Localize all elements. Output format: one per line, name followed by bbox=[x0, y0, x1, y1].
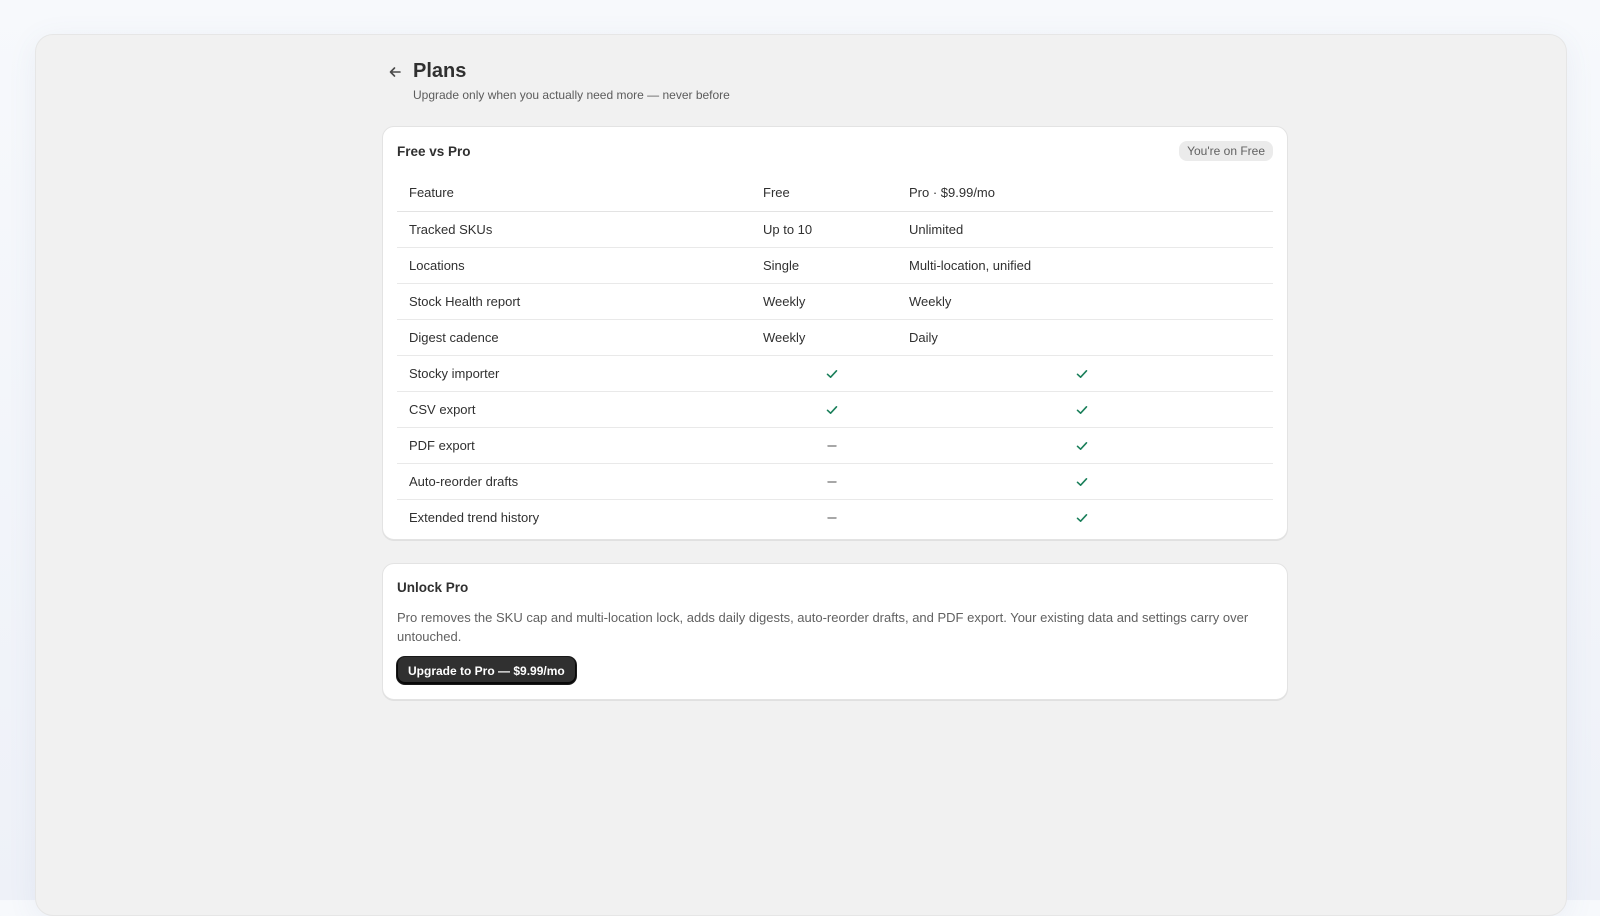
comparison-title: Free vs Pro bbox=[397, 143, 471, 159]
free-not-included-cell bbox=[763, 475, 909, 489]
checkmark-icon bbox=[1075, 367, 1089, 381]
feature-cell: Tracked SKUs bbox=[409, 222, 493, 237]
upgrade-to-pro-button[interactable]: Upgrade to Pro — $9.99/mo bbox=[397, 657, 576, 684]
feature-cell: Extended trend history bbox=[409, 510, 540, 525]
table-row: Locations Single Multi-location, unified bbox=[397, 247, 1273, 283]
back-button[interactable] bbox=[382, 61, 408, 87]
unlock-title: Unlock Pro bbox=[397, 580, 469, 595]
current-plan-badge: You're on Free bbox=[1179, 141, 1273, 161]
free-value-cell: Weekly bbox=[763, 330, 806, 345]
feature-cell: Digest cadence bbox=[409, 330, 499, 345]
comparison-card-header: Free vs Pro You're on Free bbox=[397, 141, 1273, 161]
checkmark-icon bbox=[825, 403, 839, 417]
pro-value-cell: Multi-location, unified bbox=[909, 258, 1032, 273]
checkmark-icon bbox=[1075, 439, 1089, 453]
column-header-feature: Feature bbox=[409, 184, 454, 200]
pro-included-cell bbox=[909, 475, 1273, 489]
feature-cell: Locations bbox=[409, 258, 465, 273]
free-included-cell bbox=[763, 367, 909, 381]
free-value-cell: Single bbox=[763, 258, 800, 273]
feature-cell: Stock Health report bbox=[409, 294, 521, 309]
free-value-cell: Weekly bbox=[763, 294, 806, 309]
page-subtitle: Upgrade only when you actually need more… bbox=[413, 88, 730, 102]
column-header-pro: Pro · $9.99/mo bbox=[909, 184, 995, 200]
column-header-free: Free bbox=[763, 184, 790, 200]
comparison-card: Free vs Pro You're on Free Feature Free … bbox=[382, 126, 1288, 540]
unlock-pro-card: Unlock Pro Pro removes the SKU cap and m… bbox=[382, 563, 1288, 700]
dash-icon bbox=[825, 475, 839, 489]
pro-included-cell bbox=[909, 403, 1273, 417]
table-row: Extended trend history bbox=[397, 499, 1273, 535]
comparison-table: Feature Free Pro · $9.99/mo Tracked SKUs… bbox=[397, 173, 1273, 535]
feature-cell: PDF export bbox=[409, 438, 475, 453]
checkmark-icon bbox=[1075, 403, 1089, 417]
free-included-cell bbox=[763, 403, 909, 417]
feature-cell: Auto-reorder drafts bbox=[409, 474, 519, 489]
checkmark-icon bbox=[825, 367, 839, 381]
plans-page: Plans Upgrade only when you actually nee… bbox=[382, 35, 1290, 700]
free-not-included-cell bbox=[763, 439, 909, 453]
table-row: CSV export bbox=[397, 391, 1273, 427]
free-value-cell: Up to 10 bbox=[763, 222, 813, 237]
table-row: Stocky importer bbox=[397, 355, 1273, 391]
arrow-left-icon bbox=[387, 64, 403, 85]
pro-value-cell: Weekly bbox=[909, 294, 952, 309]
table-header-row: Feature Free Pro · $9.99/mo bbox=[397, 173, 1273, 212]
free-not-included-cell bbox=[763, 511, 909, 525]
pro-value-cell: Daily bbox=[909, 330, 938, 345]
table-row: Digest cadence Weekly Daily bbox=[397, 319, 1273, 355]
table-row: Auto-reorder drafts bbox=[397, 463, 1273, 499]
dash-icon bbox=[825, 439, 839, 453]
table-row: PDF export bbox=[397, 427, 1273, 463]
feature-cell: Stocky importer bbox=[409, 366, 500, 381]
page-title: Plans bbox=[413, 60, 467, 82]
pro-included-cell bbox=[909, 367, 1273, 381]
table-row: Tracked SKUs Up to 10 Unlimited bbox=[397, 212, 1273, 247]
checkmark-icon bbox=[1075, 511, 1089, 525]
dash-icon bbox=[825, 511, 839, 525]
pro-included-cell bbox=[909, 511, 1273, 525]
pro-included-cell bbox=[909, 439, 1273, 453]
unlock-description: Pro removes the SKU cap and multi-locati… bbox=[397, 610, 1249, 644]
pro-value-cell: Unlimited bbox=[909, 222, 964, 237]
feature-cell: CSV export bbox=[409, 402, 476, 417]
checkmark-icon bbox=[1075, 475, 1089, 489]
app-frame: Plans Upgrade only when you actually nee… bbox=[35, 34, 1567, 916]
table-row: Stock Health report Weekly Weekly bbox=[397, 283, 1273, 319]
